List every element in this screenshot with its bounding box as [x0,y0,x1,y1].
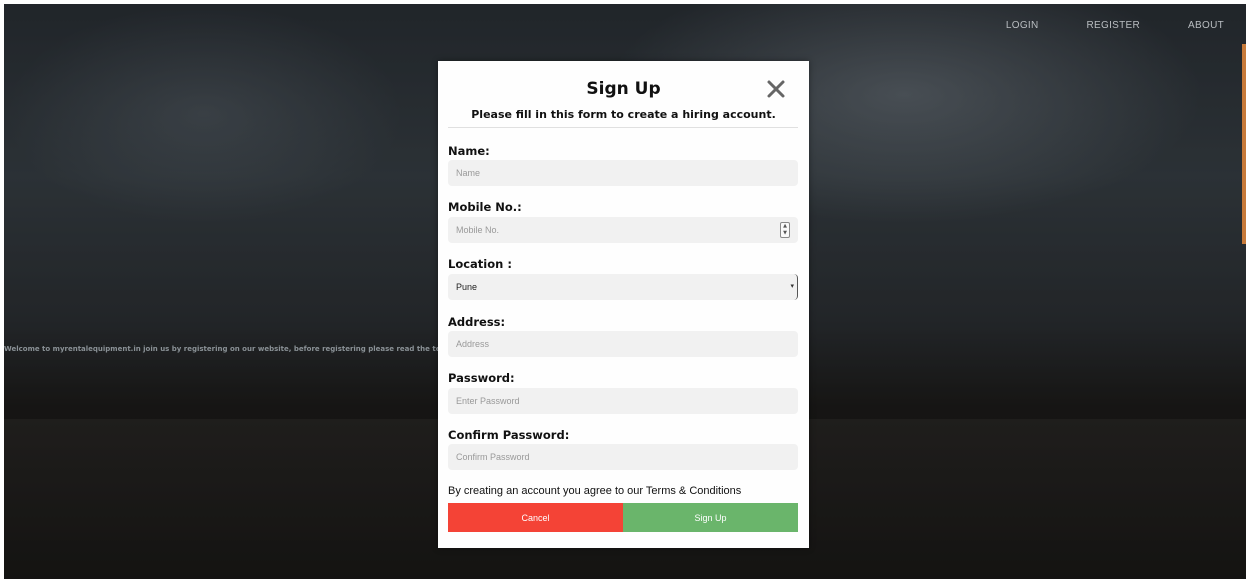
chevron-down-icon: ▼ [783,230,787,236]
nav-login-link[interactable]: LOGIN [1006,20,1039,31]
nav-about-link[interactable]: ABOUT [1188,20,1224,31]
modal-title: Sign Up [586,79,661,99]
password-label: Password: [448,371,515,385]
mobile-label: Mobile No.: [448,200,522,214]
location-select[interactable]: Pune ▾ [448,274,798,300]
mobile-input[interactable] [448,217,798,243]
divider [448,127,798,128]
location-label: Location : [448,257,512,271]
signup-button[interactable]: Sign Up [623,503,798,532]
address-label: Address: [448,315,506,329]
number-stepper[interactable]: ▲ ▼ [780,222,790,238]
cancel-button[interactable]: Cancel [448,503,623,532]
signup-modal: Sign Up Please fill in this form to crea… [438,61,809,548]
modal-subtitle: Please fill in this form to create a hir… [471,108,776,121]
address-input[interactable] [448,331,798,357]
scroll-indicator [1242,44,1246,244]
page: LOGIN REGISTER ABOUT Welcome to myrental… [0,0,1254,583]
name-input[interactable] [448,160,798,186]
terms-text: By creating an account you agree to our … [448,485,742,497]
name-label: Name: [448,144,490,158]
close-icon[interactable] [764,77,788,101]
confirm-password-input[interactable] [448,444,798,470]
location-selected-value: Pune [456,282,478,292]
password-input[interactable] [448,388,798,414]
welcome-text: Welcome to myrentalequipment.in join us … [4,345,440,353]
top-nav: LOGIN REGISTER ABOUT [958,20,1224,31]
chevron-down-icon: ▾ [790,282,794,290]
nav-register-link[interactable]: REGISTER [1087,20,1141,31]
confirm-password-label: Confirm Password: [448,428,570,442]
chevron-up-icon: ▲ [783,223,787,229]
